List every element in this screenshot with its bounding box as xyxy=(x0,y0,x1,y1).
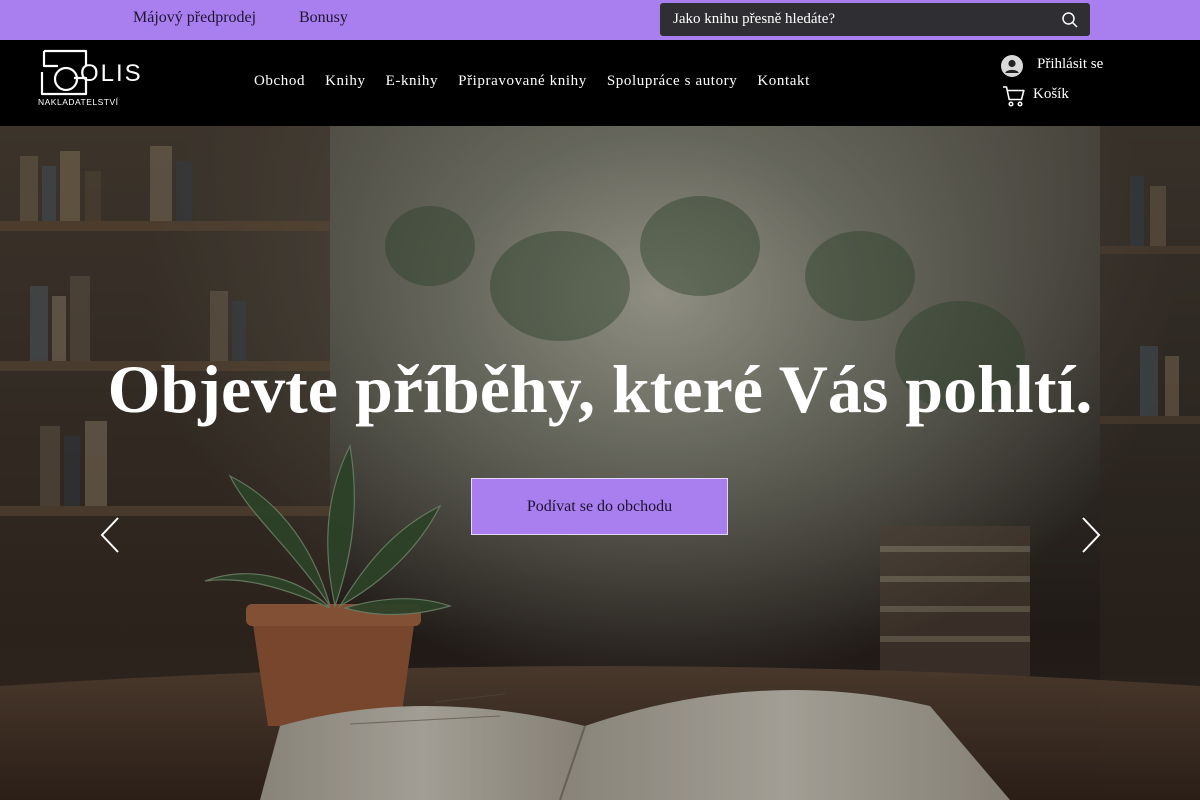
search-icon[interactable] xyxy=(1061,11,1079,29)
link-majovy-predprodej[interactable]: Májový předprodej xyxy=(133,9,256,27)
nav-obchod[interactable]: Obchod xyxy=(254,73,305,90)
link-bonusy[interactable]: Bonusy xyxy=(299,9,348,27)
chevron-left-icon[interactable] xyxy=(99,516,121,554)
chevron-right-icon[interactable] xyxy=(1080,516,1102,554)
search-input[interactable] xyxy=(660,3,1050,36)
cart-label: Košík xyxy=(1033,86,1069,102)
nav-kontakt[interactable]: Kontakt xyxy=(757,73,810,90)
search-box xyxy=(660,3,1090,36)
nav-pripravovane-knihy[interactable]: Připravované knihy xyxy=(458,73,587,90)
nav-spoluprace-s-autory[interactable]: Spolupráce s autory xyxy=(607,73,738,90)
user-avatar-icon xyxy=(1001,55,1023,77)
nav-knihy[interactable]: Knihy xyxy=(325,73,366,90)
logo-wordmark: OLIS xyxy=(80,60,143,87)
hero-banner: Objevte příběhy, které Vás pohltí. Podív… xyxy=(0,126,1200,800)
hero-title: Objevte příběhy, které Vás pohltí. xyxy=(107,351,1093,427)
promo-bar: Májový předprodej Bonusy xyxy=(0,0,1200,40)
login-label: Přihlásit se xyxy=(1037,56,1104,72)
logo[interactable]: OLIS NAKLADATELSTVÍ xyxy=(36,48,141,110)
cart-icon xyxy=(1003,86,1025,107)
main-nav: Obchod Knihy E-knihy Připravované knihy … xyxy=(254,73,830,90)
hero-background-image xyxy=(0,126,1200,800)
shop-cta-button[interactable]: Podívat se do obchodu xyxy=(471,478,728,535)
logo-subtitle: NAKLADATELSTVÍ xyxy=(38,97,119,107)
site-header: OLIS NAKLADATELSTVÍ Obchod Knihy E-knihy… xyxy=(0,40,1200,126)
nav-e-knihy[interactable]: E-knihy xyxy=(386,73,439,90)
login-button[interactable]: Přihlásit se xyxy=(1000,53,1130,79)
cart-button[interactable]: Košík xyxy=(1000,83,1130,109)
